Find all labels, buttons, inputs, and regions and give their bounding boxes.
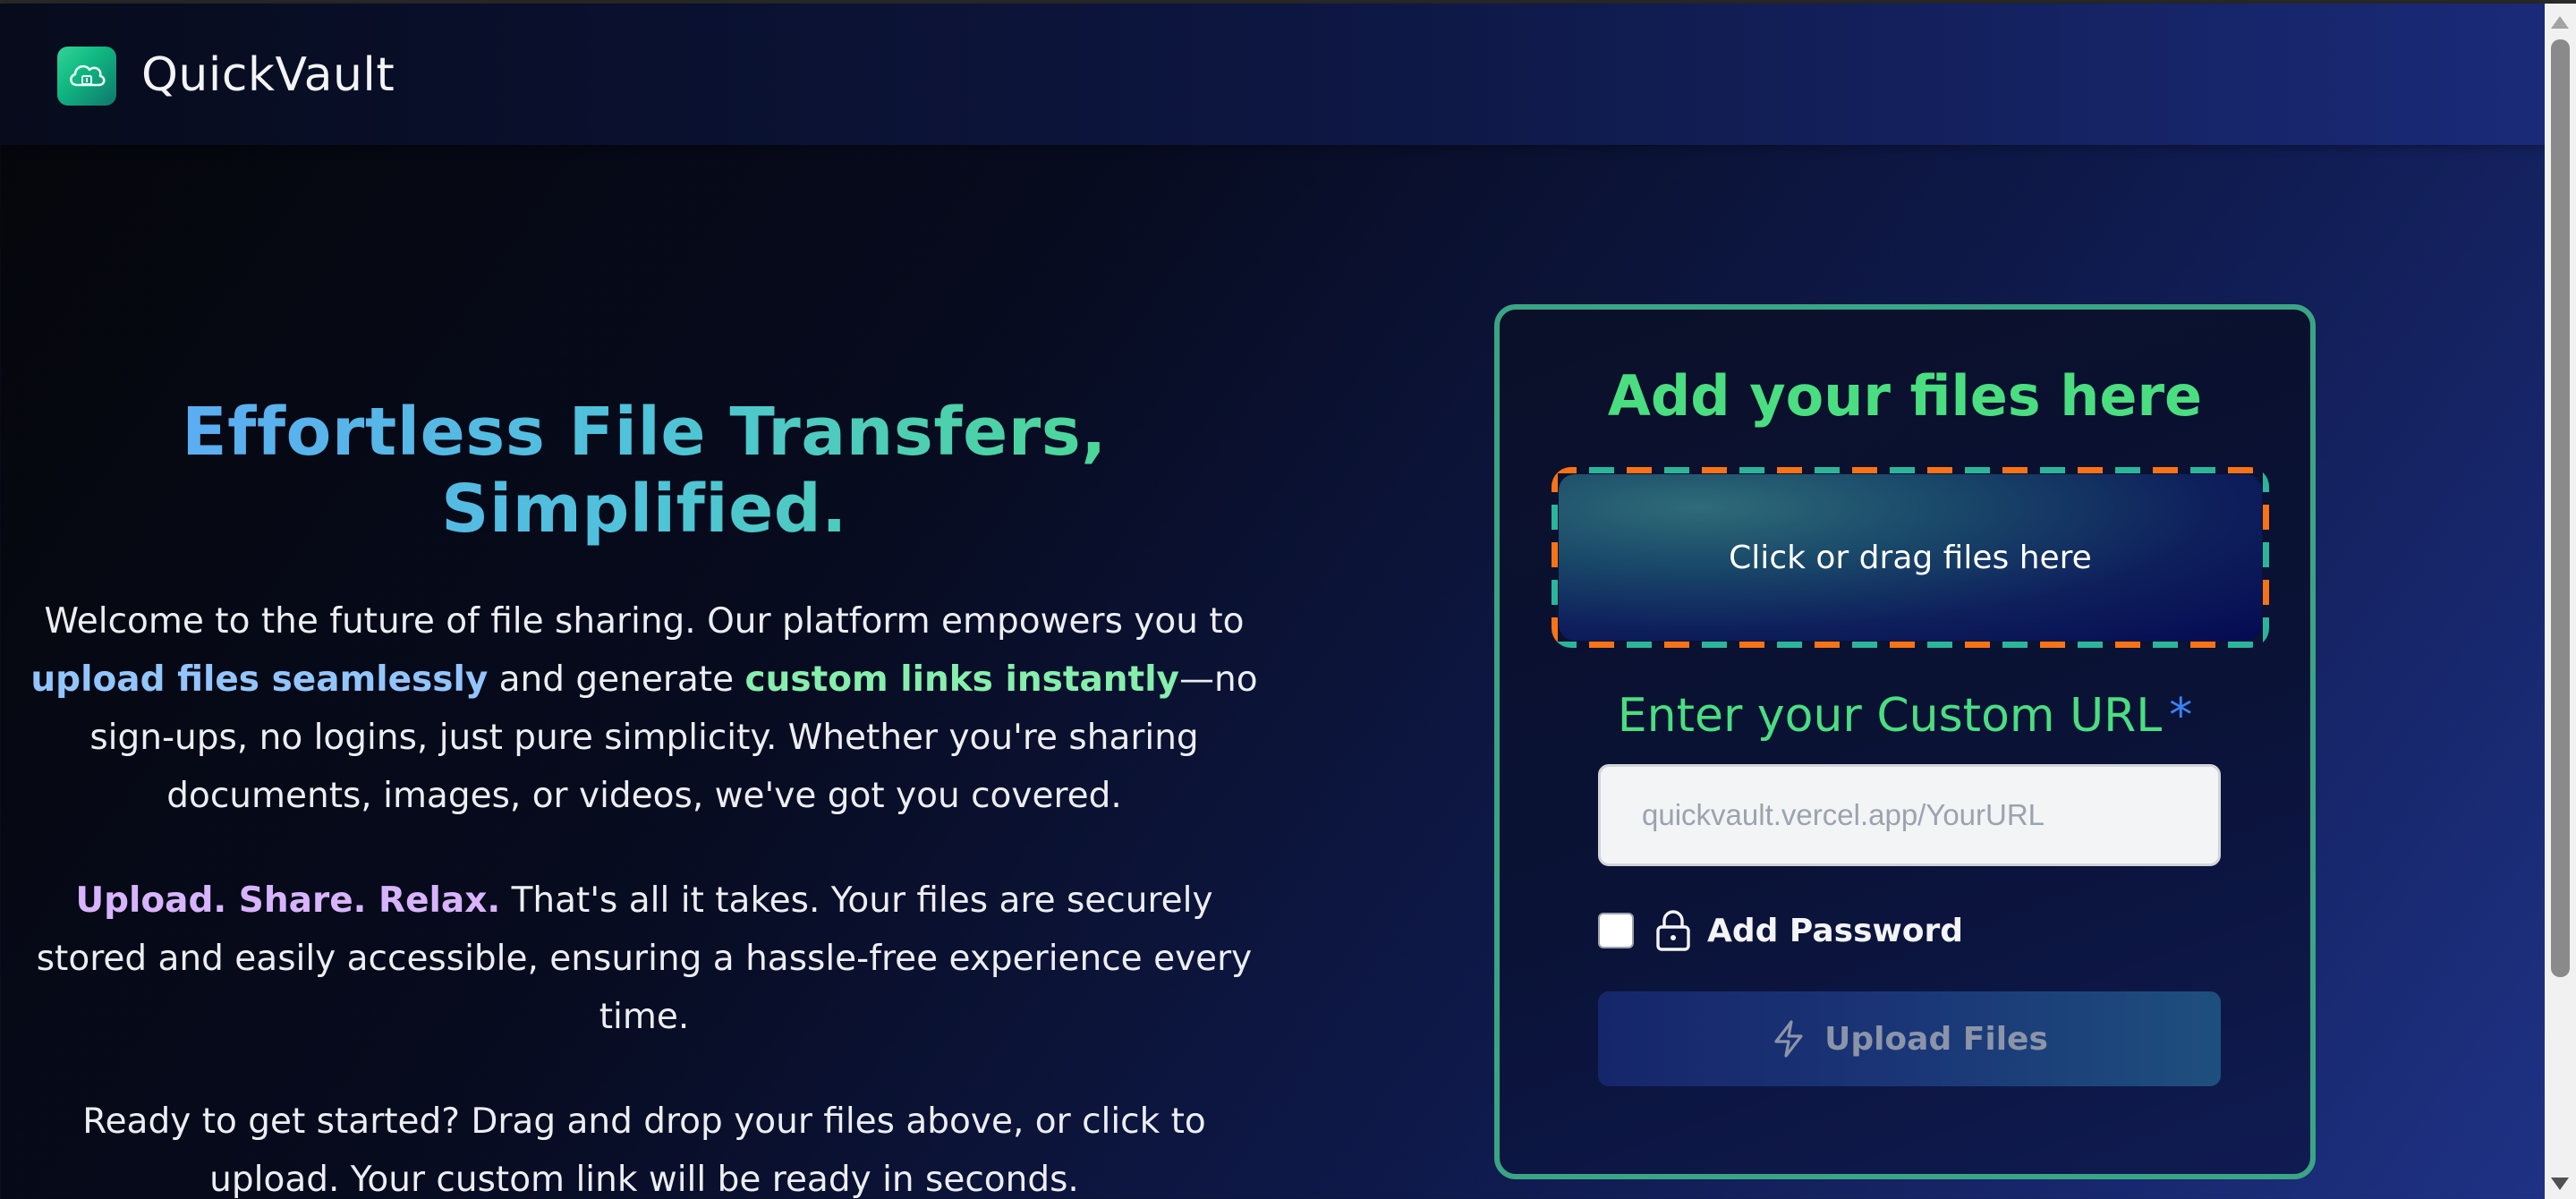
intro-text-b: and generate	[488, 659, 745, 700]
cloud-upload-icon	[70, 64, 106, 87]
intro-text-a: Welcome to the future of file sharing. O…	[44, 601, 1245, 642]
custom-url-label-text: Enter your Custom URL	[1617, 689, 2163, 743]
required-marker: *	[2169, 689, 2193, 743]
upload-card: Add your files here Click or drag files …	[1494, 304, 2316, 1179]
navbar: QuickVault	[0, 4, 2545, 145]
add-password-label[interactable]: Add Password	[1707, 913, 1963, 949]
hero-tagline-paragraph: Upload. Share. Relax. That's all it take…	[27, 872, 1262, 1046]
dropzone-label: Click or drag files here	[1729, 539, 2092, 576]
password-row: Add Password	[1598, 904, 1963, 957]
upload-files-label: Upload Files	[1824, 1020, 2048, 1058]
bolt-icon	[1774, 1020, 1803, 1058]
highlight-custom-links: custom links instantly	[744, 659, 1179, 700]
upload-card-title: Add your files here	[1607, 363, 2203, 429]
scrollbar-thumb[interactable]	[2551, 39, 2570, 977]
hero-cta-paragraph: Ready to get started? Drag and drop your…	[82, 1101, 1206, 1199]
add-password-checkbox[interactable]	[1598, 913, 1634, 948]
tagline-highlight: Upload. Share. Relax.	[75, 880, 501, 921]
vertical-scrollbar[interactable]	[2545, 4, 2576, 1199]
brand-name[interactable]: QuickVault	[141, 48, 395, 102]
logo[interactable]	[57, 47, 116, 106]
upload-files-button[interactable]: Upload Files	[1598, 991, 2221, 1086]
scroll-down-arrow-icon[interactable]	[2551, 1178, 2569, 1190]
highlight-upload: upload files seamlessly	[30, 659, 489, 700]
hero-title: Effortless File Transfers, Simplified.	[27, 394, 1262, 548]
hero-section: Effortless File Transfers, Simplified. W…	[27, 394, 1262, 1199]
hero-intro-paragraph: Welcome to the future of file sharing. O…	[27, 592, 1262, 825]
lock-icon	[1656, 910, 1690, 951]
custom-url-input[interactable]	[1598, 764, 2221, 866]
file-dropzone[interactable]: Click or drag files here	[1559, 474, 2262, 641]
custom-url-label: Enter your Custom URL *	[1500, 689, 2310, 743]
scroll-up-arrow-icon[interactable]	[2551, 16, 2569, 29]
